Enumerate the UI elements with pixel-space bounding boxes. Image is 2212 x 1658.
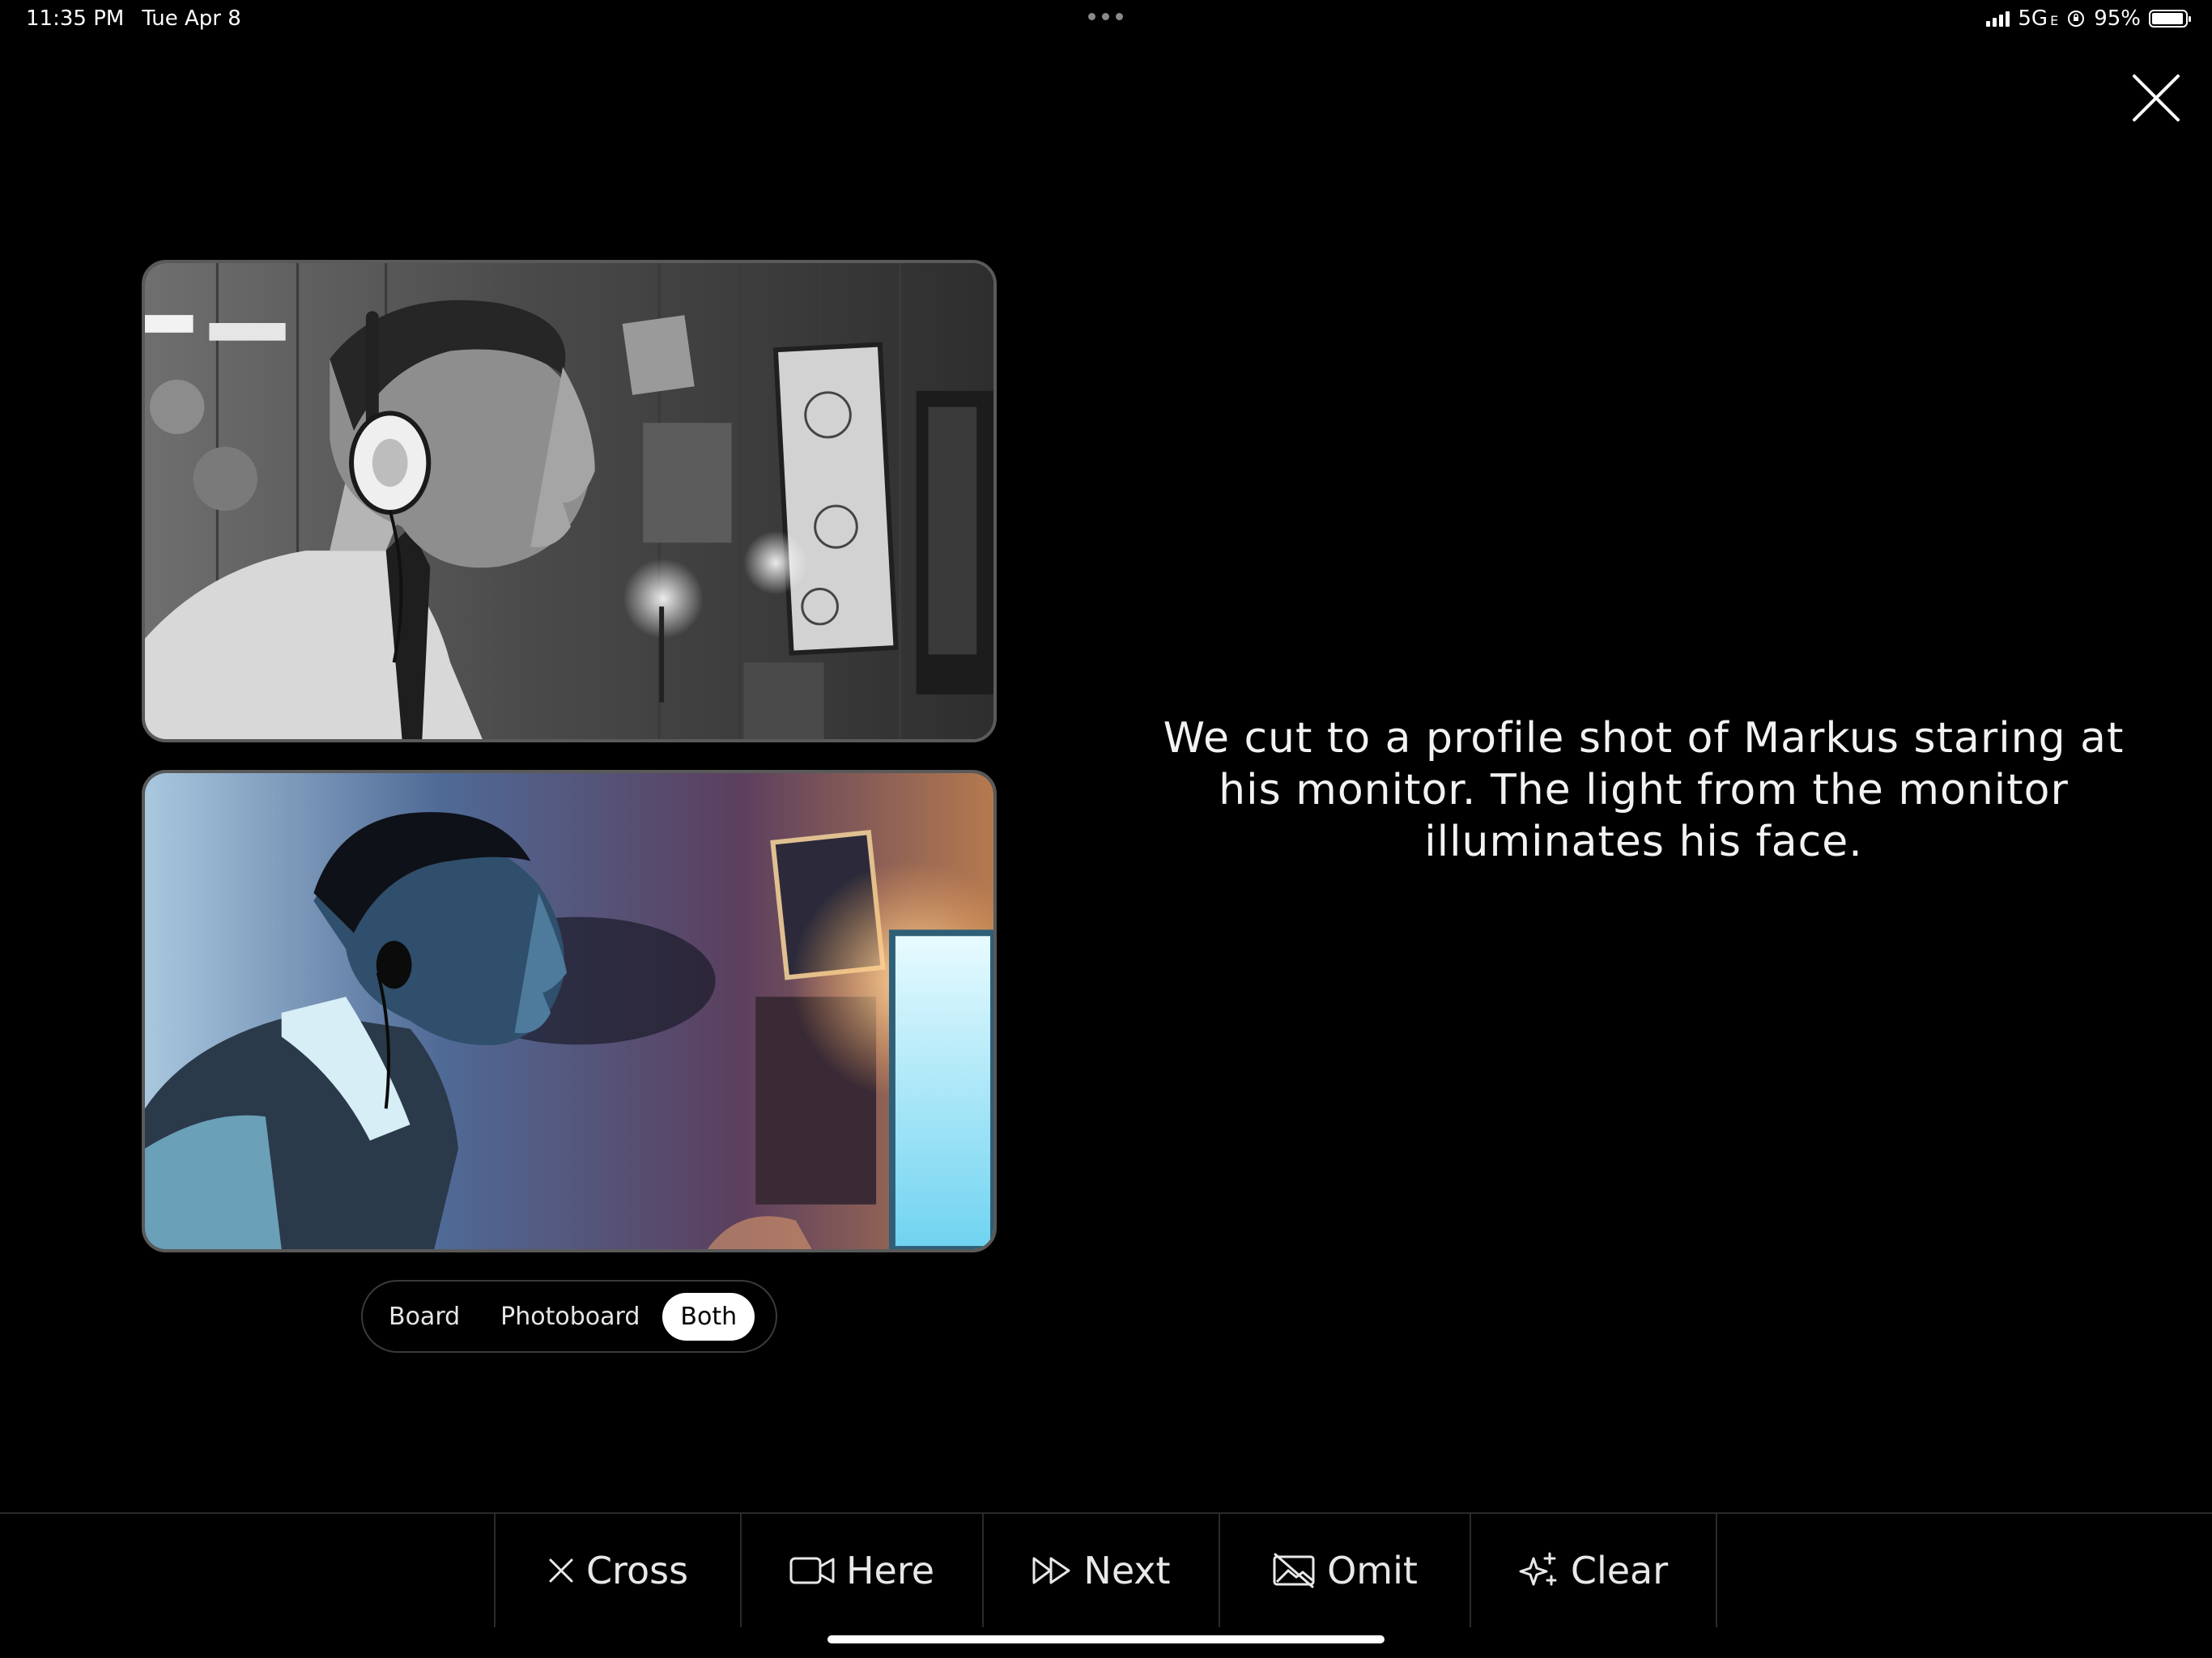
view-toggle-both[interactable]: Both xyxy=(662,1292,755,1341)
orientation-lock-icon xyxy=(2068,11,2085,27)
status-bar-right: 5G E 95% xyxy=(1986,6,2191,31)
x-icon xyxy=(549,1558,573,1583)
omit-button[interactable]: Omit xyxy=(1219,1514,1470,1627)
image-off-icon xyxy=(1273,1553,1315,1588)
here-label: Here xyxy=(845,1549,935,1592)
here-button[interactable]: Here xyxy=(740,1514,982,1627)
network-type: 5G E xyxy=(2018,6,2059,31)
view-toggle: Board Photoboard Both xyxy=(361,1280,777,1353)
next-label: Next xyxy=(1083,1549,1171,1592)
clear-button[interactable]: Clear xyxy=(1470,1514,1717,1627)
view-toggle-photoboard[interactable]: Photoboard xyxy=(483,1293,657,1341)
app-root: 11:35 PM Tue Apr 8 5G E 95% Board Photob… xyxy=(0,0,2212,1658)
close-button[interactable] xyxy=(2131,73,2181,123)
cross-label: Cross xyxy=(585,1549,689,1592)
sparkles-icon xyxy=(1519,1552,1557,1586)
board-image[interactable] xyxy=(142,260,997,742)
next-button[interactable]: Next xyxy=(982,1514,1219,1627)
photoboard-image[interactable] xyxy=(142,770,997,1252)
status-time: 11:35 PM xyxy=(26,6,125,31)
close-icon xyxy=(2133,74,2180,121)
status-bar-left: 11:35 PM Tue Apr 8 xyxy=(26,6,241,31)
omit-label: Omit xyxy=(1327,1549,1418,1592)
view-toggle-board[interactable]: Board xyxy=(371,1293,478,1341)
multitasking-dots-icon[interactable] xyxy=(1088,13,1123,20)
battery-icon xyxy=(2149,10,2191,28)
bottom-toolbar: Cross Here Next Omit Clear xyxy=(0,1512,2212,1627)
status-date: Tue Apr 8 xyxy=(142,6,241,31)
fast-forward-icon xyxy=(1032,1557,1070,1584)
cross-button[interactable]: Cross xyxy=(494,1514,740,1627)
home-indicator[interactable] xyxy=(827,1635,1385,1643)
video-camera-icon xyxy=(789,1557,835,1584)
clear-label: Clear xyxy=(1570,1549,1669,1592)
cellular-signal-icon xyxy=(1986,11,2010,27)
battery-percent: 95% xyxy=(2094,6,2141,31)
shot-description: We cut to a profile shot of Markus stari… xyxy=(1163,714,2125,866)
